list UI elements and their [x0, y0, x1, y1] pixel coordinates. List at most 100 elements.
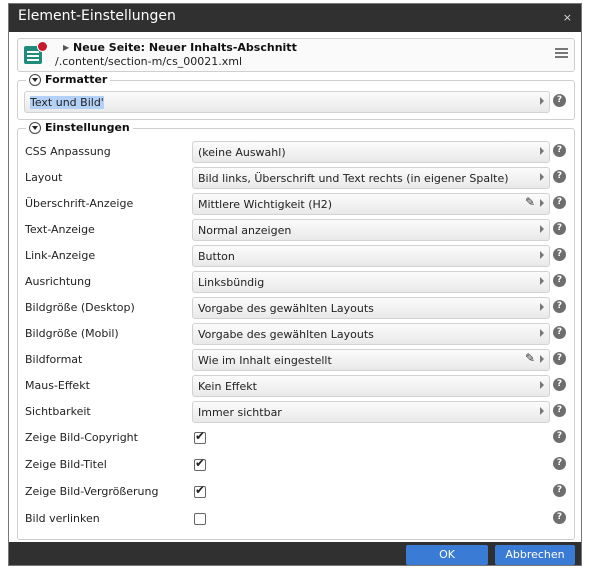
setting-select-value: Wie im Inhalt eingestellt [198, 354, 332, 367]
settings-row: Zeige Bild-Titel ✔? [18, 452, 574, 478]
setting-select[interactable]: (keine Auswahl) [192, 141, 550, 163]
dialog-content: ▶ Neue Seite: Neuer Inhalts-Abschnitt /.… [9, 32, 581, 542]
select-arrow-icon [540, 303, 544, 311]
settings-row: Zeige Bild-Vergrößerung ✔? [18, 479, 574, 505]
settings-row: Layout Bild links, Überschrift und Text r… [18, 165, 574, 191]
settings-row: Zeige Bild-Copyright ✔? [18, 425, 574, 451]
help-icon[interactable]: ? [553, 94, 566, 107]
select-arrow-icon [540, 329, 544, 337]
settings-group: Einstellungen CSS Anpassung (keine Auswah… [17, 121, 575, 540]
setting-select[interactable]: Kein Effekt [192, 375, 550, 397]
formatter-group: Formatter Text und Bild' ? [17, 73, 575, 120]
help-icon[interactable]: ? [553, 404, 566, 417]
pencil-icon[interactable]: ✎ [525, 351, 535, 365]
settings-row: Überschrift-Anzeige Mittlere Wichtigkeit … [18, 191, 574, 217]
hamburger-menu-icon[interactable] [555, 48, 568, 50]
settings-row: Bildformat Wie im Inhalt eingestellt ✎? [18, 347, 574, 373]
setting-label: Zeige Bild-Copyright [25, 431, 138, 444]
settings-row: Bild verlinken? [18, 506, 574, 532]
select-arrow-icon [540, 355, 544, 363]
help-icon[interactable]: ? [553, 457, 566, 470]
setting-label: Zeige Bild-Vergrößerung [25, 485, 159, 498]
select-arrow-icon [540, 251, 544, 259]
setting-select-value: Normal anzeigen [198, 224, 292, 237]
setting-label: Layout [25, 171, 63, 184]
setting-select-value: Linksbündig [198, 276, 265, 289]
setting-label: Zeige Bild-Titel [25, 458, 107, 471]
ok-button[interactable]: OK [406, 545, 488, 565]
help-icon[interactable]: ? [553, 222, 566, 235]
setting-select[interactable]: Vorgabe des gewählten Layouts [192, 297, 550, 319]
select-arrow-icon [540, 173, 544, 181]
setting-select[interactable]: Bild links, Überschrift und Text rechts … [192, 167, 550, 189]
select-arrow-icon [540, 407, 544, 415]
close-icon[interactable]: × [563, 11, 572, 24]
cancel-button[interactable]: Abbrechen [495, 545, 575, 565]
select-arrow-icon [540, 277, 544, 285]
setting-label: Ausrichtung [25, 275, 92, 288]
help-icon[interactable]: ? [553, 352, 566, 365]
pencil-icon[interactable]: ✎ [525, 195, 535, 209]
setting-select-value: Immer sichtbar [198, 406, 282, 419]
help-icon[interactable]: ? [553, 300, 566, 313]
element-settings-dialog: Element-Einstellungen × ▶ Neue Seite: Ne… [9, 4, 581, 565]
select-arrow-icon [540, 381, 544, 389]
formatter-legend-label: Formatter [45, 73, 108, 86]
help-icon[interactable]: ? [553, 326, 566, 339]
select-arrow-icon [540, 147, 544, 155]
help-icon[interactable]: ? [553, 430, 566, 443]
status-dot-icon [37, 41, 48, 52]
setting-select[interactable]: Vorgabe des gewählten Layouts [192, 323, 550, 345]
setting-select[interactable]: Immer sichtbar [192, 401, 550, 423]
help-icon[interactable]: ? [553, 144, 566, 157]
setting-select[interactable]: Button [192, 245, 550, 267]
settings-row: Link-Anzeige Button? [18, 243, 574, 269]
collapse-toggle-icon[interactable] [29, 121, 41, 134]
setting-label: CSS Anpassung [25, 145, 111, 158]
formatter-select[interactable]: Text und Bild' [24, 91, 550, 113]
formatter-row: Text und Bild' ? [18, 89, 574, 115]
setting-select[interactable]: Linksbündig [192, 271, 550, 293]
setting-label: Bildgröße (Desktop) [25, 301, 135, 314]
help-icon[interactable]: ? [553, 274, 566, 287]
dialog-title: Element-Einstellungen [18, 8, 176, 24]
help-icon[interactable]: ? [553, 248, 566, 261]
dialog-titlebar[interactable]: Element-Einstellungen × [9, 4, 581, 32]
dialog-footer: OK Abbrechen [9, 542, 581, 565]
help-icon[interactable]: ? [553, 484, 566, 497]
setting-label: Überschrift-Anzeige [25, 197, 134, 210]
setting-select[interactable]: Normal anzeigen [192, 219, 550, 241]
expand-arrow-icon[interactable]: ▶ [63, 43, 69, 52]
setting-label: Bild verlinken [25, 512, 100, 525]
setting-select-value: Mittlere Wichtigkeit (H2) [198, 198, 333, 211]
settings-row: CSS Anpassung (keine Auswahl)? [18, 139, 574, 165]
setting-label: Bildgröße (Mobil) [25, 327, 119, 340]
setting-checkbox[interactable]: ✔ [194, 483, 206, 498]
resource-header: ▶ Neue Seite: Neuer Inhalts-Abschnitt /.… [17, 38, 575, 72]
checkmark-icon: ✔ [195, 483, 206, 497]
setting-select-value: Vorgabe des gewählten Layouts [198, 302, 374, 315]
setting-select[interactable]: Wie im Inhalt eingestellt ✎ [192, 349, 550, 371]
setting-label: Maus-Effekt [25, 379, 90, 392]
settings-legend[interactable]: Einstellungen [26, 121, 133, 134]
help-icon[interactable]: ? [553, 196, 566, 209]
select-arrow-icon [540, 199, 544, 207]
checkmark-icon: ✔ [195, 429, 206, 443]
setting-label: Bildformat [25, 353, 83, 366]
select-arrow-icon [540, 225, 544, 233]
help-icon[interactable]: ? [553, 170, 566, 183]
settings-row: Bildgröße (Desktop) Vorgabe des gewählten… [18, 295, 574, 321]
resource-path: /.content/section-m/cs_00021.xml [55, 55, 243, 68]
collapse-toggle-icon[interactable] [29, 73, 41, 86]
help-icon[interactable]: ? [553, 511, 566, 524]
setting-select[interactable]: Mittlere Wichtigkeit (H2) ✎ [192, 193, 550, 215]
settings-row: Maus-Effekt Kein Effekt? [18, 373, 574, 399]
setting-checkbox[interactable] [194, 513, 206, 525]
formatter-legend[interactable]: Formatter [26, 73, 111, 86]
setting-select-value: Vorgabe des gewählten Layouts [198, 328, 374, 341]
setting-label: Sichtbarkeit [25, 405, 91, 418]
setting-checkbox[interactable]: ✔ [194, 456, 206, 471]
help-icon[interactable]: ? [553, 378, 566, 391]
setting-label: Text-Anzeige [25, 223, 95, 236]
setting-checkbox[interactable]: ✔ [194, 429, 206, 444]
